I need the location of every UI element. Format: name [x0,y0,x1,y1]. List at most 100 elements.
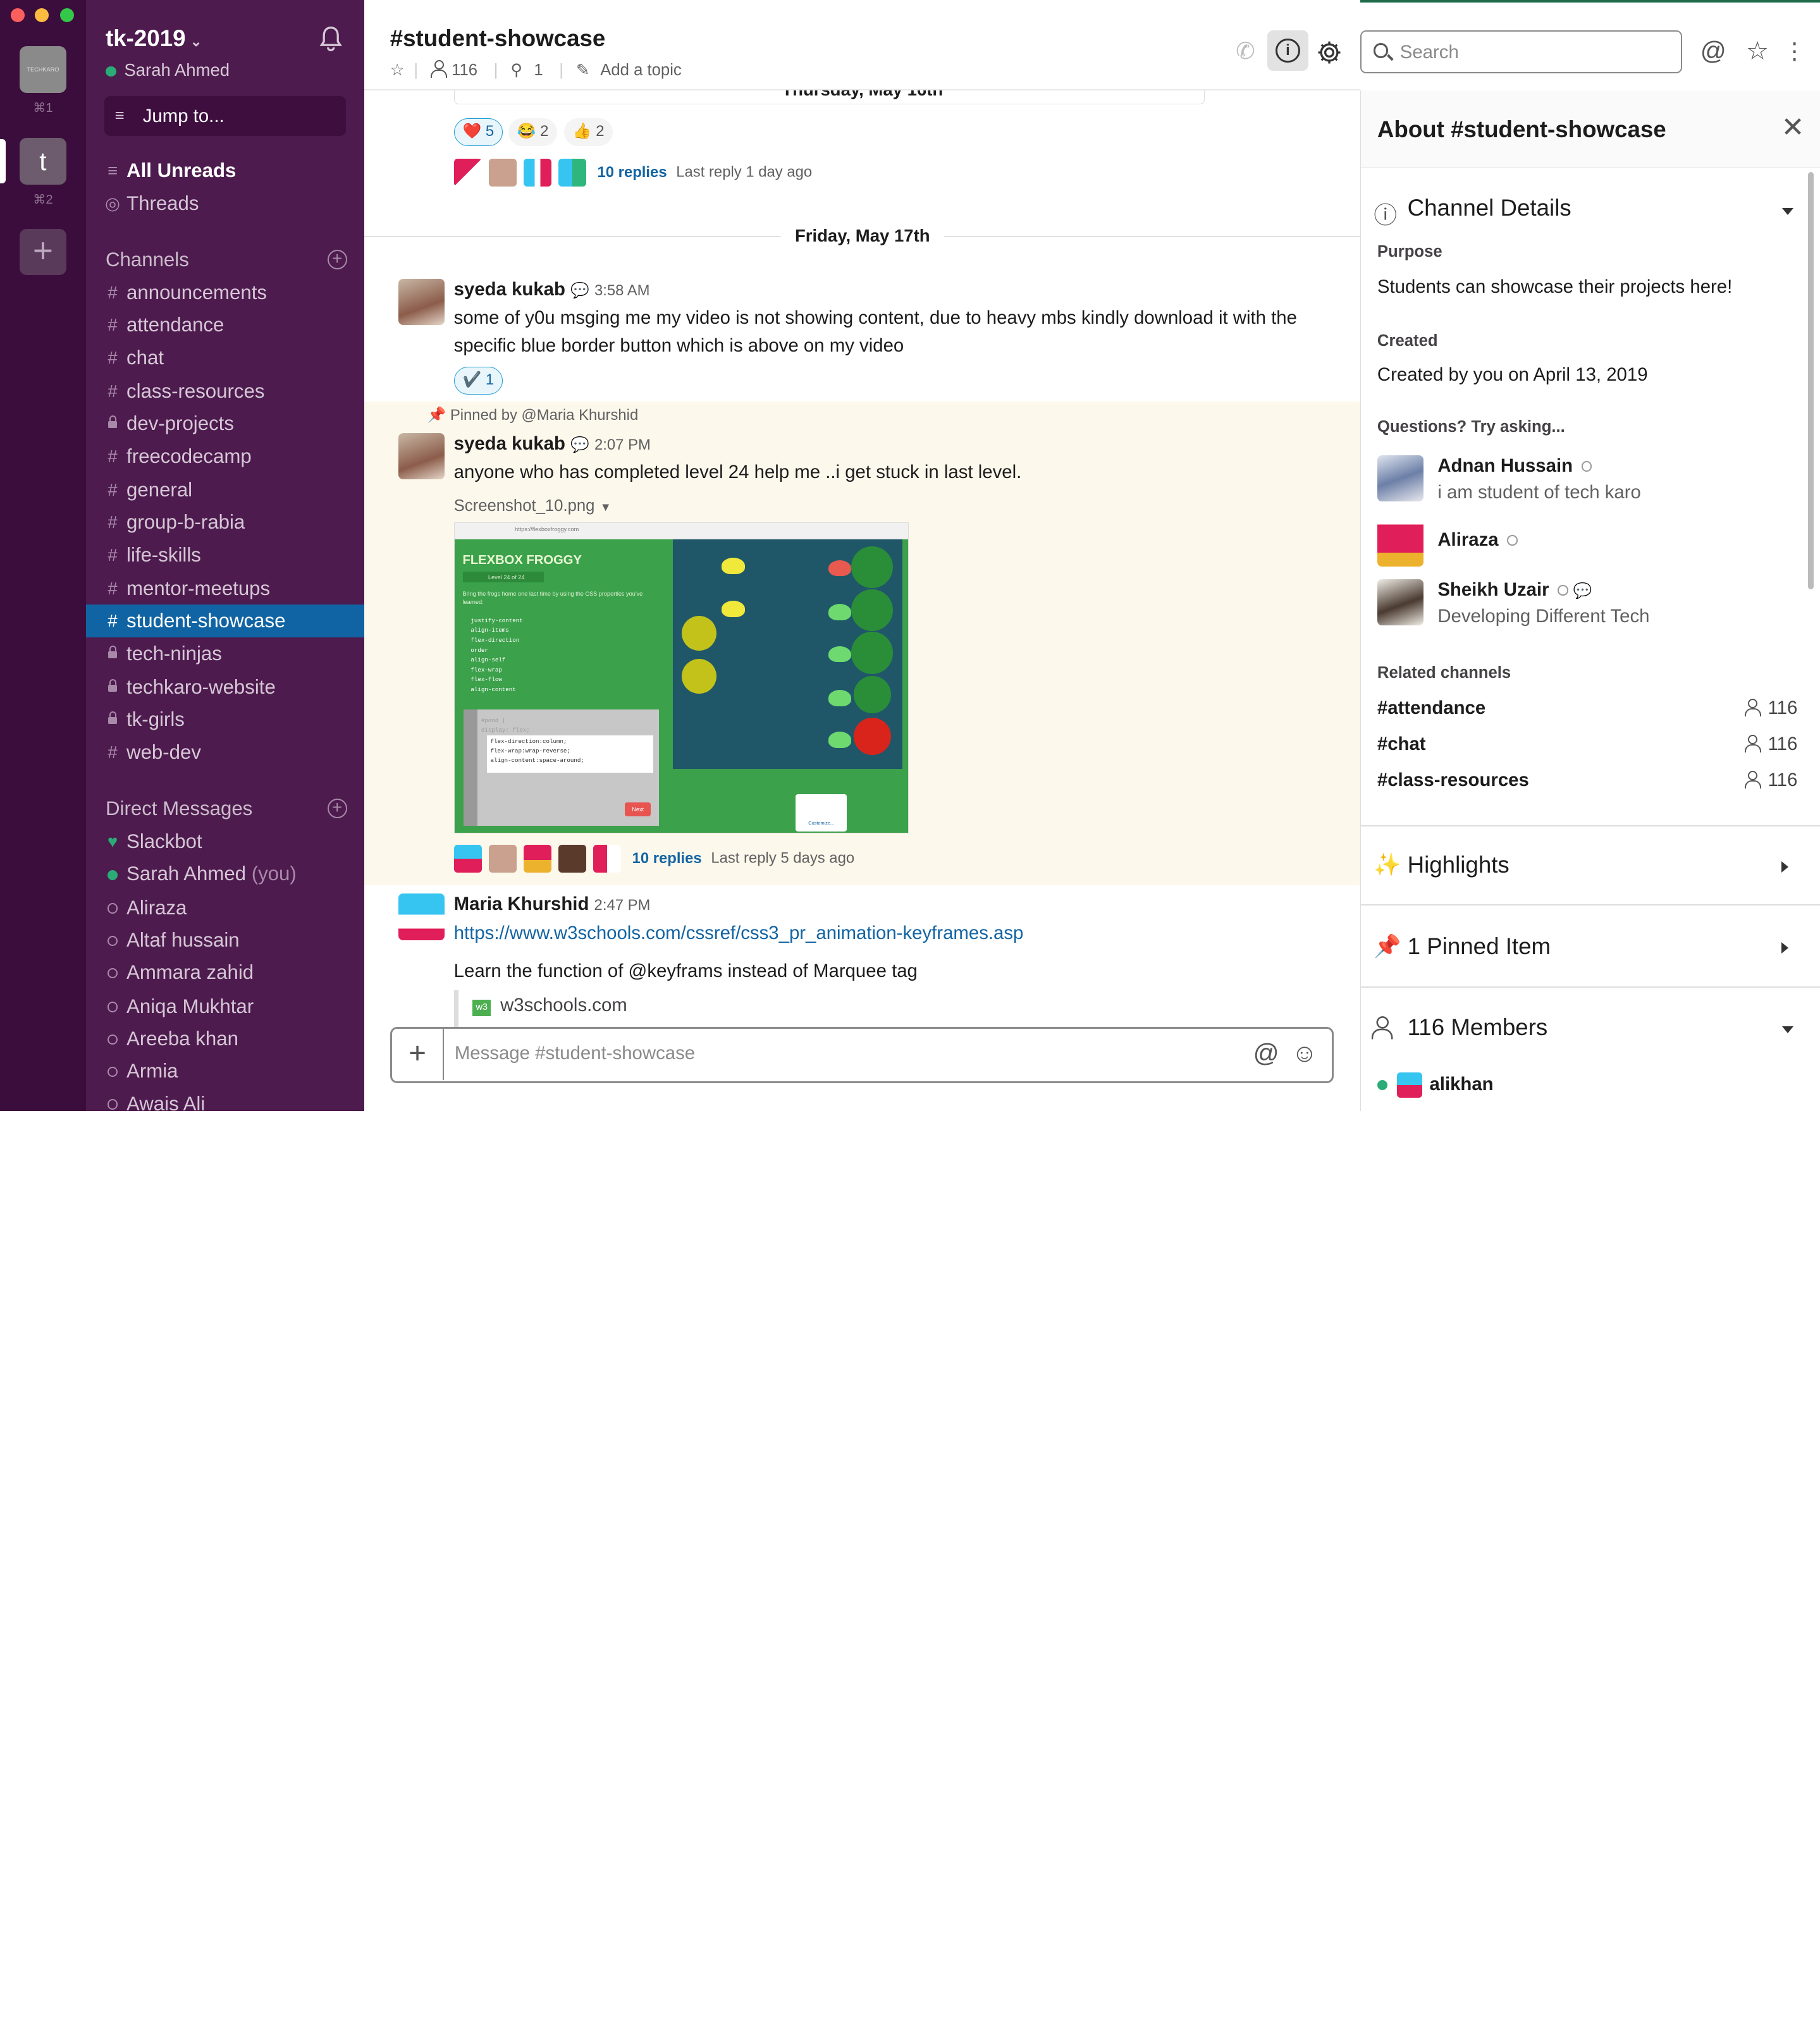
zoom-window-button[interactable] [60,8,75,22]
message-author[interactable]: syeda kukab [454,279,565,300]
avatar[interactable] [398,893,445,940]
channels-section-header[interactable]: Channels [106,249,189,271]
add-channel-icon[interactable]: + [327,249,347,269]
reaction-heart[interactable]: ❤️ 5 [453,118,503,147]
caret-right-icon[interactable] [1781,861,1788,873]
mention-icon[interactable]: @ [1253,1038,1279,1068]
pane-title: About #student-showcase [1377,116,1666,142]
sidebar-channel-class-resources[interactable]: # class-resources [86,375,365,407]
channel-details-section-header[interactable]: Channel Details [1408,195,1571,221]
sidebar-dm-aniqa[interactable]: Aniqa Mukhtar [86,990,365,1022]
slack-window: TECHKARO ⌘1 t ⌘2 + tk-2019 ⌄ Sarah Ahmed … [0,0,1820,1111]
direct-messages-section-header[interactable]: Direct Messages [106,797,252,820]
add-dm-icon[interactable]: + [327,799,347,819]
related-channel[interactable]: #attendance 116 [1377,697,1797,719]
message-time[interactable]: 2:07 PM [594,436,651,453]
minimize-window-button[interactable] [35,8,49,22]
sidebar-dm-awais[interactable]: Awais Ali [86,1088,365,1111]
sidebar-channel-techkaro-website[interactable]: techkaro-website [86,671,365,703]
starred-items-icon[interactable]: ☆ [1742,36,1773,66]
close-window-button[interactable] [10,8,25,22]
sidebar-channel-announcements[interactable]: # announcements [86,276,365,309]
participant-avatar [488,845,517,873]
reaction-joy[interactable]: 😂 2 [508,118,558,147]
members-button[interactable]: 116 [431,60,484,79]
thread-summary[interactable]: 10 replies Last reply 1 day ago [453,159,812,187]
message-author[interactable]: syeda kukab [454,433,565,454]
suggested-person[interactable]: Aliraza [1377,520,1795,571]
file-header[interactable]: Screenshot_10.png ▼ [454,494,612,516]
attach-button[interactable]: + [392,1029,445,1081]
avatar[interactable] [398,278,445,325]
sidebar-channel-tk-girls[interactable]: tk-girls [86,703,365,735]
search-input[interactable]: Search [1360,30,1682,73]
image-attachment[interactable]: https://flexboxfroggy.com FLEXBOX FROGGY… [453,522,909,833]
sidebar-dm-armia[interactable]: Armia [86,1055,365,1087]
replies-link[interactable]: 10 replies [598,164,667,181]
message-link[interactable]: https://www.w3schools.com/cssref/css3_pr… [454,919,1024,947]
replies-link[interactable]: 10 replies [632,850,702,867]
caret-right-icon[interactable] [1781,942,1788,954]
pins-button[interactable]: ⚲ 1 [510,61,550,79]
phone-icon[interactable]: ✆ [1231,36,1261,66]
sidebar-dm-aliraza[interactable]: Aliraza [86,892,365,924]
sidebar-channel-attendance[interactable]: # attendance [86,309,365,341]
members-section-header[interactable]: 116 Members [1408,1014,1548,1041]
caret-down-icon[interactable] [1782,1026,1794,1033]
star-channel-icon[interactable]: ☆ [390,61,405,79]
thread-summary[interactable]: 10 replies Last reply 5 days ago [453,845,854,873]
participant-avatar [558,159,586,187]
link-preview[interactable]: w3 w3schools.com [472,995,627,1016]
sidebar-dm-ammara[interactable]: Ammara zahid [86,956,365,988]
sidebar-dm-areeba[interactable]: Areeba khan [86,1022,365,1055]
bell-icon[interactable] [318,25,343,53]
pinned-items-section-header[interactable]: 1 Pinned Item [1408,933,1551,960]
caret-down-icon[interactable] [1782,207,1794,215]
message-composer[interactable]: + Message #student-showcase @ ☺ [390,1027,1334,1083]
sidebar-channel-freecodecamp[interactable]: # freecodecamp [86,440,365,472]
sidebar-channel-chat[interactable]: # chat [86,341,365,374]
workspace-menu[interactable]: tk-2019 ⌄ [106,25,202,52]
sidebar-channel-group-b-rabia[interactable]: # group-b-rabia [86,506,365,538]
mentions-icon[interactable]: @ [1698,36,1728,66]
sidebar-item-label: chat [126,346,164,369]
workspace-tk2019-icon[interactable]: t [20,138,66,185]
workspace-techkaro-icon[interactable]: TECHKARO [20,46,66,93]
more-options-icon[interactable]: ⋮ [1780,36,1810,66]
related-channel[interactable]: #chat 116 [1377,734,1797,755]
sidebar-dm-slackbot[interactable]: ♥ Slackbot [86,825,365,857]
sidebar-channel-mentor-meetups[interactable]: # mentor-meetups [86,572,365,605]
reaction-thumbsup[interactable]: 👍 2 [564,118,613,147]
add-workspace-button[interactable]: + [20,228,66,275]
suggested-person[interactable]: Adnan Hussain i am student of tech karo [1377,455,1795,506]
sidebar-channel-general[interactable]: # general [86,474,365,506]
channel-title[interactable]: #student-showcase [390,25,606,52]
gear-icon[interactable] [1315,39,1343,66]
message-time[interactable]: 2:47 PM [594,897,651,914]
message-author[interactable]: Maria Khurshid [454,893,589,914]
sidebar-item-threads[interactable]: ◎ Threads [86,187,365,219]
sidebar-item-all-unreads[interactable]: ≡ All Unreads [86,154,365,187]
pin-icon: 📌 [1374,933,1401,959]
avatar[interactable] [398,433,445,480]
member-row[interactable]: alikhan [1377,1072,1494,1098]
froggy-prop: flex-direction [470,637,520,644]
sidebar-channel-web-dev[interactable]: # web-dev [86,736,365,768]
message-time[interactable]: 3:58 AM [594,282,650,299]
sidebar-channel-tech-ninjas[interactable]: tech-ninjas [86,637,365,670]
pane-scrollbar[interactable] [1807,171,1814,590]
sidebar-channel-life-skills[interactable]: # life-skills [86,539,365,571]
emoji-icon[interactable]: ☺ [1291,1038,1317,1068]
close-icon[interactable]: ✕ [1781,111,1805,144]
highlights-section-header[interactable]: Highlights [1408,852,1509,878]
add-topic-button[interactable]: ✎ Add a topic [576,61,689,79]
sidebar-channel-dev-projects[interactable]: dev-projects [86,407,365,439]
sidebar-dm-altaf[interactable]: Altaf hussain [86,924,365,956]
suggested-person[interactable]: Sheikh Uzair 💬 Developing Different Tech [1377,579,1795,630]
sidebar-dm-self[interactable]: Sarah Ahmed (you) [86,857,365,890]
jump-to-button[interactable]: ≡ Jump to... [104,96,346,136]
reaction-checkmark[interactable]: ✔️ 1 [453,367,503,395]
related-channel[interactable]: #class-resources 116 [1377,770,1797,791]
channel-info-button[interactable]: i [1267,30,1308,71]
sidebar-channel-student-showcase[interactable]: # student-showcase [85,605,365,637]
